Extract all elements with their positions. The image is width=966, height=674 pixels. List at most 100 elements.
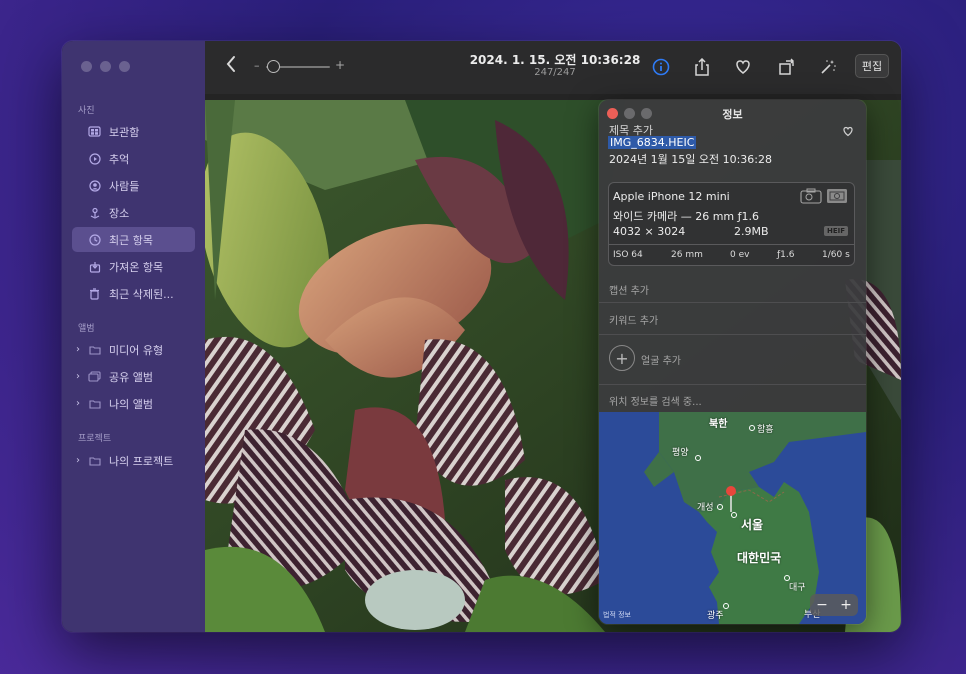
favorite-button[interactable] [732, 56, 754, 78]
back-button[interactable] [225, 55, 237, 78]
format-badge: HEIF [823, 226, 848, 236]
map-label-south-korea: 대한민국 [737, 551, 782, 565]
sidebar-item-imports[interactable]: 가져온 항목 [72, 254, 195, 279]
info-button[interactable] [650, 56, 672, 78]
map-zoom-control: − + [810, 594, 858, 616]
section-label-albums: 앨범 [78, 324, 95, 334]
share-icon [695, 57, 709, 76]
exif-exposure-bias: 0 ev [730, 250, 750, 260]
imports-icon [88, 260, 101, 273]
sidebar-item-label: 미디어 유형 [109, 343, 164, 357]
chevron-right-icon[interactable]: › [76, 455, 80, 466]
magic-wand-icon [821, 60, 836, 74]
sidebar-item-recents[interactable]: 최근 항목 [72, 227, 195, 252]
map-label-hamhung: 함흥 [757, 425, 774, 435]
sidebar-item-label: 공유 앨범 [109, 370, 153, 384]
sidebar-item-label: 가져온 항목 [109, 260, 164, 274]
memories-icon [88, 152, 101, 165]
photos-library-icon [88, 125, 101, 138]
keyword-field[interactable]: 키워드 추가 [609, 312, 658, 327]
auto-enhance-button[interactable] [817, 56, 839, 78]
folder-icon [88, 454, 101, 467]
sidebar-item-shared-albums[interactable]: › 공유 앨범 [72, 364, 195, 389]
sidebar-item-people[interactable]: 사람들 [72, 173, 195, 198]
zoom-in-label[interactable]: + [335, 58, 345, 72]
rotate-button[interactable] [776, 56, 798, 78]
map-label-seoul: 서울 [741, 518, 764, 532]
people-icon [88, 179, 101, 192]
folder-icon [88, 343, 101, 356]
metering-icon [826, 188, 848, 204]
filename-field[interactable]: IMG_6834.HEIC [608, 136, 697, 149]
sidebar-item-media-types[interactable]: › 미디어 유형 [72, 337, 195, 362]
sidebar-item-label: 최근 항목 [109, 233, 153, 247]
camera-info-divider [609, 244, 854, 245]
map-zoom-out-button[interactable]: − [816, 597, 828, 613]
info-favorite-button[interactable] [842, 122, 854, 141]
map-label-north-korea: 북한 [709, 419, 728, 430]
zoom-slider-knob[interactable] [267, 60, 280, 73]
exif-focal-length: 26 mm [671, 250, 703, 260]
info-panel: 정보 제목 추가 IMG_6834.HEIC 2024년 1월 15일 오전 1… [599, 100, 866, 624]
city-dot [731, 512, 737, 518]
photos-window: 사진 보관함 추억 사람들 장소 최근 항목 가져온 항목 최근 삭제된... … [62, 41, 901, 632]
camera-wb-icon [800, 188, 822, 204]
camera-info-box: Apple iPhone 12 mini 와이드 카메라 — 26 mm ƒ1.… [608, 182, 855, 266]
sidebar-item-my-albums[interactable]: › 나의 앨범 [72, 391, 195, 416]
photo-date-title: 2024. 1. 15. 오전 10:36:28 [469, 53, 641, 67]
sidebar-item-recently-deleted[interactable]: 최근 삭제된... [72, 281, 195, 306]
minimize-window-button[interactable] [100, 61, 111, 72]
location-map[interactable]: 북한 함흥 평양 개성 서울 대한민국 대구 광주 부산 법적 정보 − + [599, 412, 866, 624]
plus-icon: + [615, 348, 629, 368]
map-label-gwangju: 광주 [707, 611, 724, 621]
map-zoom-in-button[interactable]: + [840, 597, 852, 613]
exif-shutter-speed: 1/60 s [822, 250, 850, 260]
map-label-kaesong: 개성 [697, 503, 714, 513]
sidebar-item-places[interactable]: 장소 [72, 200, 195, 225]
sidebar: 사진 보관함 추억 사람들 장소 최근 항목 가져온 항목 최근 삭제된... … [62, 41, 205, 632]
toolbar: – + 2024. 1. 15. 오전 10:36:28 247/247 편집 [205, 41, 901, 94]
divider [599, 334, 866, 335]
close-window-button[interactable] [81, 61, 92, 72]
korea-map-shape [599, 412, 866, 624]
sidebar-item-library[interactable]: 보관함 [72, 119, 195, 144]
map-legal-link[interactable]: 법적 정보 [603, 610, 631, 620]
caption-field[interactable]: 캡션 추가 [609, 282, 649, 297]
heart-icon [736, 60, 750, 74]
places-icon [88, 206, 101, 219]
add-face-label[interactable]: 얼굴 추가 [641, 352, 681, 367]
zoom-out-label[interactable]: – [254, 59, 260, 72]
recents-icon [88, 233, 101, 246]
share-button[interactable] [691, 56, 713, 78]
capture-date[interactable]: 2024년 1월 15일 오전 10:36:28 [609, 151, 772, 167]
info-icon [652, 58, 670, 76]
photo-count: 247/247 [534, 67, 576, 78]
location-status: 위치 정보를 검색 중... [609, 397, 702, 408]
map-label-pyongyang: 평양 [672, 448, 689, 458]
chevron-right-icon[interactable]: › [76, 344, 80, 355]
sidebar-item-label: 장소 [109, 206, 130, 220]
sidebar-item-label: 사람들 [109, 179, 140, 193]
device-name: Apple iPhone 12 mini [613, 190, 730, 203]
edit-button[interactable]: 편집 [855, 54, 889, 78]
zoom-window-button[interactable] [119, 61, 130, 72]
window-traffic-lights [81, 61, 130, 72]
add-face-button[interactable]: + [609, 345, 635, 371]
chevron-right-icon[interactable]: › [76, 371, 80, 382]
trash-icon [88, 287, 101, 300]
sidebar-item-label: 나의 앨범 [109, 397, 153, 411]
rotate-icon [779, 58, 794, 75]
city-dot [723, 603, 729, 609]
section-label-photos: 사진 [78, 106, 95, 116]
section-label-projects: 프로젝트 [78, 434, 112, 444]
sidebar-item-label: 보관함 [109, 125, 140, 139]
folder-icon [88, 397, 101, 410]
info-panel-title: 정보 [722, 108, 743, 121]
chevron-left-icon [226, 56, 235, 72]
divider [599, 384, 866, 385]
heart-icon [843, 126, 853, 137]
sidebar-item-my-projects[interactable]: › 나의 프로젝트 [72, 448, 195, 473]
chevron-right-icon[interactable]: › [76, 398, 80, 409]
sidebar-item-memories[interactable]: 추억 [72, 146, 195, 171]
file-size: 2.9MB [734, 225, 769, 238]
